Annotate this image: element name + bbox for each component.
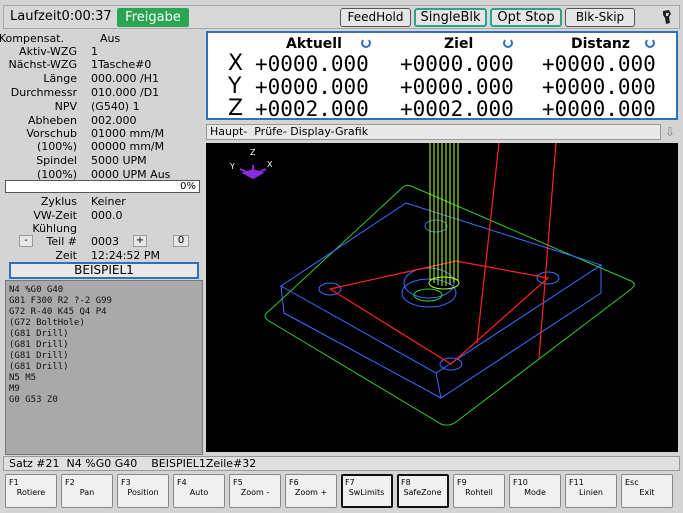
axis-x-text: X — [267, 160, 273, 169]
diameter-row: Durchmessr 010.000 /D1 — [10, 86, 160, 99]
f11-lines-button[interactable]: F11 Linien — [565, 474, 617, 508]
plate-top — [280, 202, 603, 374]
gcode-line: (G72 BoltHole) — [9, 318, 85, 328]
z-actual-value: +0002.000 — [255, 97, 369, 121]
axis-triad — [239, 165, 267, 180]
y-target-value: +0000.000 — [400, 75, 514, 99]
top-status-bar: Laufzeit0:00:37 Freigabe FeedHold Single… — [3, 5, 680, 29]
axis-x-label: X — [228, 51, 244, 76]
toolpath-graphics-viewport[interactable]: Y Z X — [206, 143, 678, 452]
retract-row: Abheben 002.000 — [28, 114, 137, 127]
x-actual-value: +0000.000 — [255, 52, 369, 76]
f10-mode-button[interactable]: F10 Mode — [509, 474, 561, 508]
active-tool-row: Aktiv-WZG 1 — [19, 45, 98, 58]
refresh-icon[interactable] — [361, 38, 371, 48]
f6-zoom-in-button[interactable]: F6 Zoom + — [285, 474, 337, 508]
gcode-line: M9 — [9, 384, 20, 394]
coolant-row: Kühlung — [32, 222, 77, 235]
tool-shaft — [428, 143, 460, 290]
single-block-button[interactable]: SingleBlk — [414, 8, 487, 27]
position-display: Aktuell Ziel Distanz X +0000.000 +0000.0… — [206, 31, 678, 120]
program-name-button[interactable]: BEISPIEL1 — [9, 262, 199, 279]
cycle-row: Zyklus Keiner — [40, 195, 126, 208]
f3-position-button[interactable]: F3 Position — [117, 474, 169, 508]
feed-row: Vorschub 01000 mm/M — [26, 127, 165, 140]
block-status-bar: Satz #21 N4 %G0 G40 BEISPIEL1Zeile#32 — [3, 456, 680, 471]
refresh-icon[interactable] — [503, 38, 513, 48]
gcode-line: (G81 Drill) — [9, 351, 69, 361]
gcode-line: N5 M5 — [9, 373, 37, 383]
part-count-increment-button[interactable]: + — [133, 235, 147, 247]
x-target-value: +0000.000 — [400, 52, 514, 76]
axis-z-text: Z — [250, 148, 256, 157]
target-header: Ziel — [444, 36, 474, 52]
rapid-move — [329, 260, 550, 365]
part-count-field[interactable]: 0 — [173, 235, 189, 247]
gcode-line: (G81 Drill) — [9, 340, 69, 350]
time-row: Zeit 12:24:52 PM — [55, 249, 161, 262]
plate-edge — [280, 265, 602, 399]
program-progress-bar: 0% — [5, 180, 200, 193]
tool-holder-icon — [663, 10, 671, 24]
esc-exit-button[interactable]: Esc Exit — [621, 474, 673, 508]
gcode-line: G72 R-40 K45 Q4 P4 — [9, 307, 107, 317]
length-row: Länge 000.000 /H1 — [43, 72, 159, 85]
feed-override-row: (100%) 00000 mm/M — [36, 140, 165, 153]
distance-header: Distanz — [571, 36, 631, 52]
toolpath-drawing: Y Z X — [229, 143, 635, 426]
f7-softlimits-button[interactable]: F7 SwLimits — [341, 474, 393, 508]
f4-auto-button[interactable]: F4 Auto — [173, 474, 225, 508]
optional-stop-button[interactable]: Opt Stop — [490, 8, 562, 27]
actual-header: Aktuell — [286, 36, 342, 52]
axis-z-label: Z — [228, 96, 244, 121]
gcode-line: G0 G53 Z0 — [9, 395, 58, 405]
y-distance-value: +0000.000 — [542, 75, 656, 99]
axis-y-label: Y — [228, 74, 242, 99]
gcode-line: N4 %G0 G40 — [9, 285, 64, 295]
f5-zoom-out-button[interactable]: F5 Zoom - — [229, 474, 281, 508]
runtime-display: Laufzeit0:00:37 — [10, 9, 112, 24]
rapid-move — [476, 143, 500, 344]
rapid-move — [538, 143, 557, 359]
f9-stock-button[interactable]: F9 Rohteil — [453, 474, 505, 508]
x-distance-value: +0000.000 — [542, 52, 656, 76]
axis-y-text: Y — [229, 162, 235, 171]
z-distance-value: +0000.000 — [542, 97, 656, 121]
next-tool-row: Nächst-WZG 1Tasche#0 — [8, 58, 152, 71]
block-skip-button[interactable]: Blk-Skip — [565, 8, 635, 27]
enable-indicator[interactable]: Freigabe — [117, 8, 189, 27]
f1-rotate-button[interactable]: F1 Rotiere — [5, 474, 57, 508]
gcode-listing[interactable]: N4 %G0 G40 G81 F300 R2 ?-2 G99 G72 R-40 … — [5, 280, 203, 455]
gcode-line: (G81 Drill) — [9, 329, 69, 339]
refresh-icon[interactable] — [645, 38, 655, 48]
compensation-row: Kompensat. Aus — [0, 32, 121, 45]
z-target-value: +0002.000 — [400, 97, 514, 121]
gcode-line: G81 F300 R2 ?-2 G99 — [9, 296, 112, 306]
feedhold-button[interactable]: FeedHold — [340, 8, 411, 27]
y-actual-value: +0000.000 — [255, 75, 369, 99]
dwell-time-row: VW-Zeit 000.0 — [33, 209, 123, 222]
gcode-line: (G81 Drill) — [9, 362, 69, 372]
machine-info-panel: Kompensat. Aus Aktiv-WZG 1 Nächst-WZG 1T… — [0, 31, 203, 455]
f2-pan-button[interactable]: F2 Pan — [61, 474, 113, 508]
menu-tab-strip[interactable]: Haupt- Prüfe- Display-Grafik — [206, 124, 661, 140]
f8-safezone-button[interactable]: F8 SafeZone — [397, 474, 449, 508]
work-offset-row: NPV (G540) 1 — [54, 100, 140, 113]
hole — [424, 219, 448, 233]
spindle-row: Spindel 5000 UPM — [36, 154, 147, 167]
expand-arrow-icon[interactable]: ⇩ — [663, 124, 677, 140]
